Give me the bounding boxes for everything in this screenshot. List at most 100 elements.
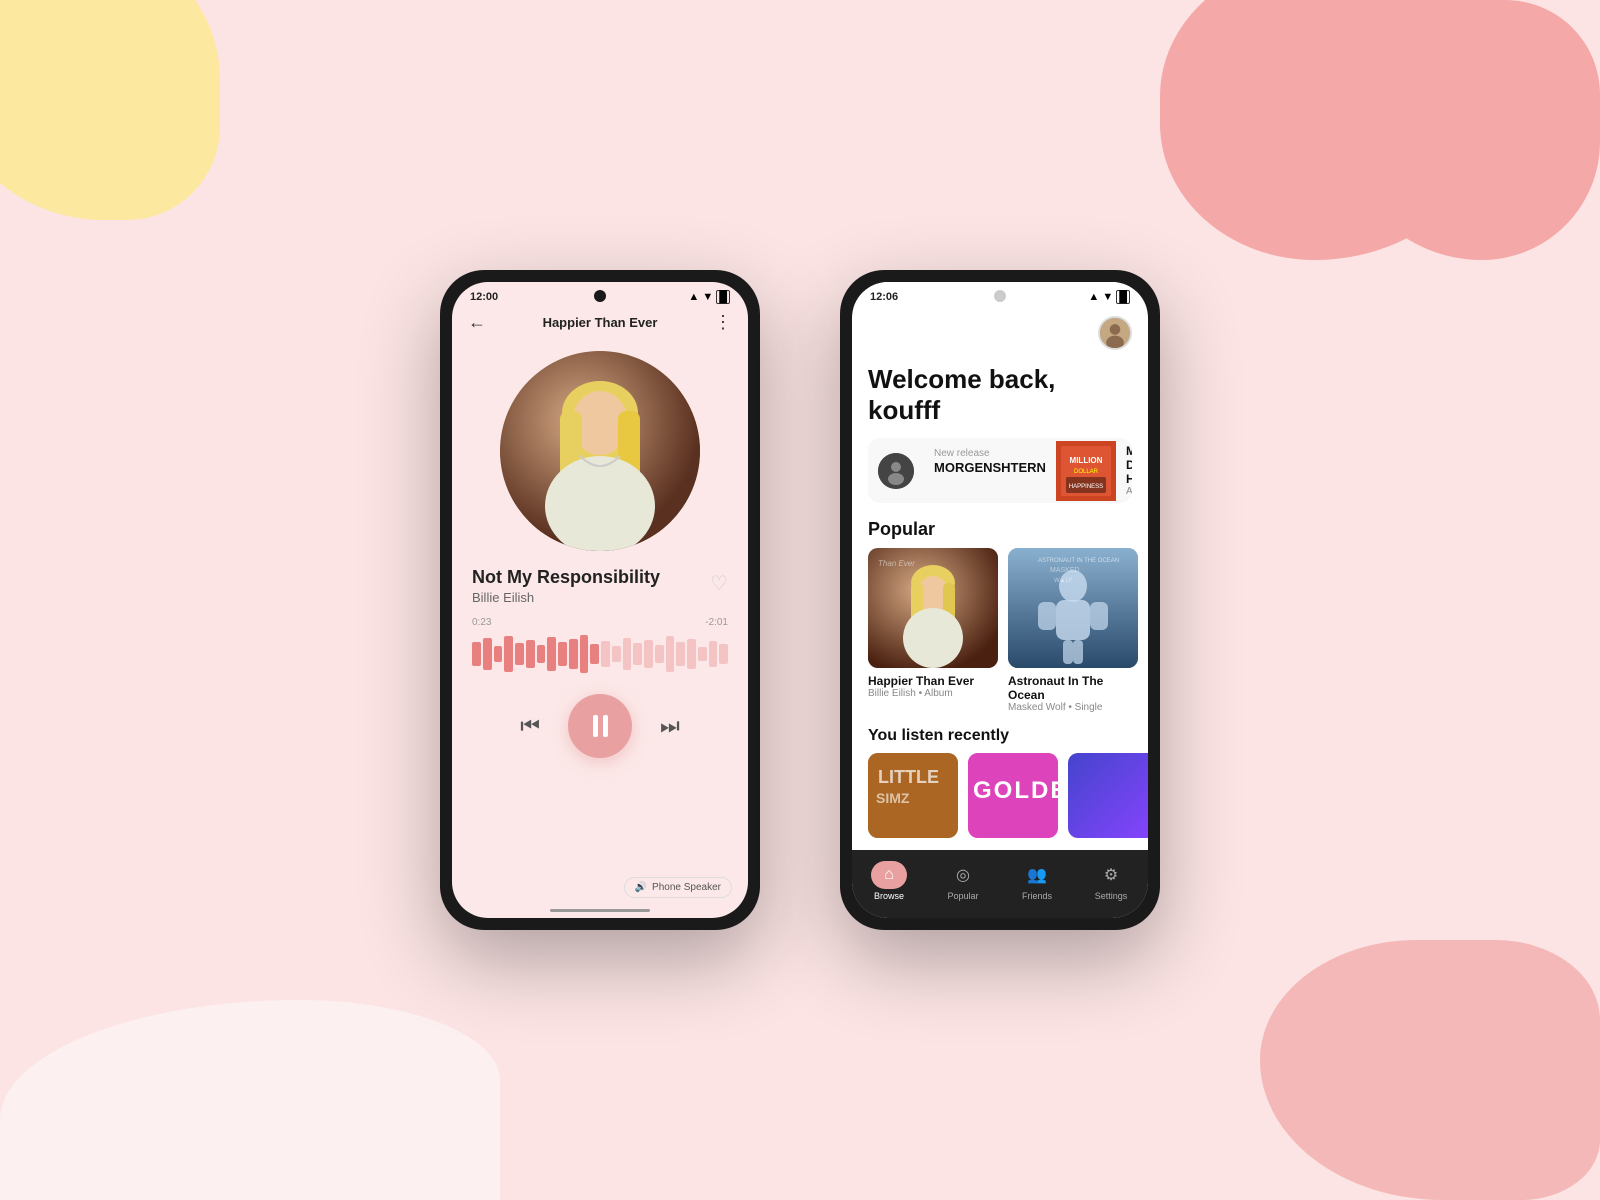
waveform-bar [709, 641, 718, 667]
phone1-status-bar: 12:00 ▲ ▼ █ [452, 282, 748, 308]
bg-blob-white-bottom [0, 1000, 500, 1200]
nav-icon-browse-container: ⌂ [871, 861, 907, 889]
like-button[interactable]: ♡ [710, 571, 728, 596]
welcome-line1: Welcome back, [868, 364, 1055, 394]
recently-art-2: GOLDEN [968, 753, 1058, 838]
battery-icon: █ [716, 290, 730, 304]
svg-text:ASTRONAUT IN THE OCEAN: ASTRONAUT IN THE OCEAN [1038, 558, 1119, 564]
waveform-bar [547, 637, 556, 671]
new-release-artist: MORGENSHTERN [934, 460, 1046, 475]
pause-icon [593, 715, 608, 737]
waveform-bar [612, 646, 621, 662]
recently-scroll: LITTLE SIMZ GOLDEN [852, 753, 1148, 838]
waveform-bar [526, 640, 535, 668]
recently-art-2-bg: GOLDEN [968, 753, 1058, 838]
nav-item-settings[interactable]: ⚙ Settings [1074, 861, 1148, 901]
phone1-status-icons: ▲ ▼ █ [688, 290, 730, 304]
more-options-button[interactable]: ⋮ [714, 312, 732, 333]
recently-card-3[interactable] [1068, 753, 1148, 838]
popular-scroll: Than Ever Happier Than Ever Billie Eilis… [852, 548, 1148, 725]
time-remaining: -2:01 [705, 617, 728, 628]
waveform-bar [633, 643, 642, 665]
popular-track-meta-1: Billie Eilish • Album [868, 688, 998, 699]
svg-text:MASKED: MASKED [1050, 567, 1080, 574]
welcome-section: Welcome back, koufff [852, 358, 1148, 438]
phone1-shell: 12:00 ▲ ▼ █ ← Happier Than Ever ⋮ Than E… [440, 270, 760, 930]
recently-section-title: You listen recently [852, 725, 1148, 753]
waveform-bar [483, 638, 492, 670]
speaker-button[interactable]: 🔊 Phone Speaker [624, 877, 732, 898]
popular-section-title: Popular [852, 515, 1148, 548]
nav-item-popular[interactable]: ◎ Popular [926, 861, 1000, 901]
release-album-meta: Album • 2021 [1126, 486, 1132, 497]
pause-bar-left [593, 715, 598, 737]
popular-nav-icon: ◎ [956, 865, 970, 885]
progress-section: 0:23 -2:01 [452, 605, 748, 682]
song-details: Not My Responsibility Billie Eilish [472, 567, 660, 605]
phone2-time: 12:06 [870, 291, 898, 303]
nav-label-popular: Popular [947, 891, 978, 901]
recently-art-1-bg: LITTLE SIMZ [868, 753, 958, 838]
waveform-bar [494, 646, 503, 662]
new-release-label: New release [934, 448, 1046, 459]
time-labels: 0:23 -2:01 [472, 617, 728, 628]
svg-text:W▲LF: W▲LF [1054, 578, 1073, 584]
waveform-bar [590, 644, 599, 664]
recently-card-2[interactable]: GOLDEN [968, 753, 1058, 838]
waveform-bar [515, 643, 524, 665]
waveform-bar [569, 639, 578, 669]
waveform-bar [655, 645, 664, 663]
recently-art-1-svg: LITTLE SIMZ [868, 753, 958, 838]
skip-next-button[interactable]: ⏭ [660, 713, 680, 739]
friends-icon: 👥 [1027, 865, 1047, 885]
back-button[interactable]: ← [468, 312, 486, 333]
bottom-nav: ⌂ Browse ◎ Popular 👥 Friends [852, 850, 1148, 918]
waveform-bar [666, 636, 675, 672]
new-release-album-wrapper: MILLION DOLLAR HAPPINESS MILLION DOLLAR:… [1056, 438, 1132, 503]
svg-text:Than Ever: Than Ever [878, 559, 915, 568]
player-header: ← Happier Than Ever ⋮ [452, 308, 748, 341]
nav-icon-friends-container: 👥 [1019, 861, 1055, 889]
svg-text:DOLLAR: DOLLAR [1074, 469, 1099, 475]
phone2-wifi-icon: ▼ [1102, 291, 1113, 303]
nav-item-browse[interactable]: ⌂ Browse [852, 861, 926, 901]
phone1-time: 12:00 [470, 291, 498, 303]
phone2-signal-icon: ▲ [1088, 291, 1099, 303]
welcome-line2: koufff [868, 395, 940, 425]
popular-track-name-1: Happier Than Ever [868, 674, 998, 688]
phone2-camera [994, 290, 1006, 302]
svg-text:GOLDEN: GOLDEN [973, 777, 1058, 804]
album-art: Than Ever [500, 351, 700, 551]
phone2-status-icons: ▲ ▼ █ [1088, 290, 1130, 304]
waveform[interactable] [472, 634, 728, 674]
avatar-svg [1100, 316, 1130, 350]
album-mini-svg: MILLION DOLLAR HAPPINESS [1056, 441, 1116, 501]
waveform-bar [676, 642, 685, 666]
signal-icon: ▲ [688, 291, 699, 303]
waveform-bar [558, 642, 567, 666]
svg-text:HAPPINESS: HAPPINESS [1069, 484, 1103, 490]
new-release-card[interactable]: New release MORGENSHTERN MILLION DOLLAR [868, 438, 1132, 503]
play-pause-button[interactable] [568, 694, 632, 758]
nav-icon-settings-container: ⚙ [1093, 861, 1129, 889]
popular-art-2: ASTRONAUT IN THE OCEAN MASKED W▲LF [1008, 548, 1138, 668]
album-art-inner: Than Ever [500, 351, 700, 551]
skip-prev-button[interactable]: ⏮ [520, 713, 540, 739]
new-release-album-art: MILLION DOLLAR HAPPINESS [1056, 441, 1116, 501]
new-release-section: New release MORGENSHTERN MILLION DOLLAR [852, 438, 1148, 515]
welcome-main: Welcome back, koufff [868, 364, 1132, 426]
waveform-bar [601, 641, 610, 667]
popular-card-1[interactable]: Than Ever Happier Than Ever Billie Eilis… [868, 548, 998, 713]
popular-card-2[interactable]: ASTRONAUT IN THE OCEAN MASKED W▲LF Astro… [1008, 548, 1138, 713]
bg-blob-pink-bottom [1260, 940, 1600, 1200]
nav-item-friends[interactable]: 👥 Friends [1000, 861, 1074, 901]
waveform-bar [537, 645, 546, 663]
speaker-label: Phone Speaker [652, 882, 721, 893]
popular-art-2-svg: ASTRONAUT IN THE OCEAN MASKED W▲LF [1008, 548, 1138, 668]
recently-art-3-bg [1068, 753, 1148, 838]
user-avatar[interactable] [1098, 316, 1132, 350]
phone2-screen: 12:06 ▲ ▼ █ [852, 282, 1148, 918]
new-release-info: New release MORGENSHTERN [934, 438, 1046, 503]
recently-card-1[interactable]: LITTLE SIMZ [868, 753, 958, 838]
popular-track-meta-2: Masked Wolf • Single [1008, 702, 1138, 713]
